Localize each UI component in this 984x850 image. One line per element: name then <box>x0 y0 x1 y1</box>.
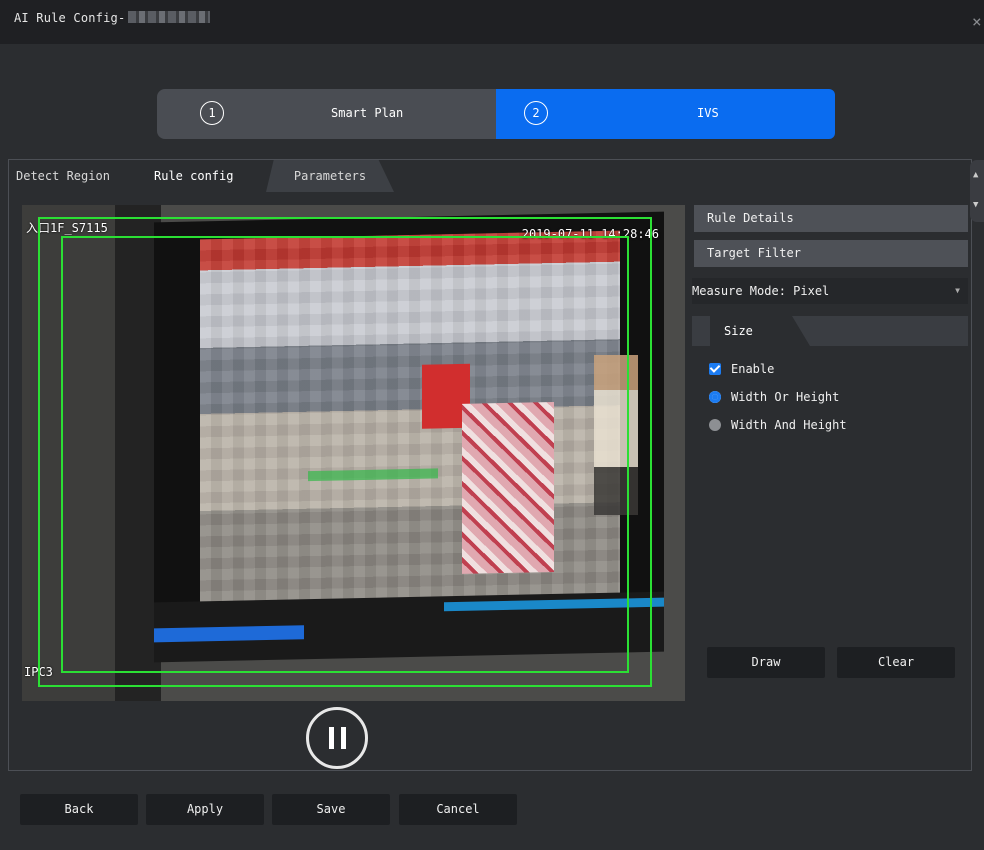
step-label: IVS <box>697 106 719 120</box>
wizard-steps: 1 Smart Plan 2 IVS <box>157 89 835 139</box>
window-title-text: AI Rule Config- <box>14 11 126 25</box>
pause-button[interactable] <box>306 707 368 769</box>
step-label: Smart Plan <box>331 106 404 120</box>
title-bar: AI Rule Config- × <box>0 0 984 44</box>
cancel-button[interactable]: Cancel <box>399 794 517 825</box>
draw-button[interactable]: Draw <box>707 647 825 678</box>
pause-icon <box>329 727 334 749</box>
clear-button[interactable]: Clear <box>837 647 955 678</box>
detection-region-inner[interactable] <box>61 236 629 673</box>
window-title: AI Rule Config- <box>14 11 211 25</box>
apply-button[interactable]: Apply <box>146 794 264 825</box>
radio-label: Width And Height <box>731 418 847 432</box>
step-number: 1 <box>200 101 224 125</box>
radio-width-or-height[interactable]: Width Or Height <box>709 388 839 406</box>
checkbox-checked-icon <box>709 363 721 375</box>
tab-parameters[interactable]: Parameters <box>266 160 394 192</box>
tab-rule-config[interactable]: Rule config <box>146 160 274 192</box>
tab-detect-region[interactable]: Detect Region <box>8 160 144 192</box>
back-button[interactable]: Back <box>20 794 138 825</box>
chevron-down-icon: ▼ <box>973 200 979 210</box>
save-button[interactable]: Save <box>272 794 390 825</box>
pause-icon <box>341 727 346 749</box>
radio-label: Width Or Height <box>731 390 840 404</box>
measure-mode-select[interactable]: Measure Mode: Pixel ▼ <box>692 278 968 304</box>
step-number: 2 <box>524 101 548 125</box>
chevron-up-icon: ▲ <box>973 170 979 180</box>
step-ivs[interactable]: 2 IVS <box>496 89 835 139</box>
measure-mode-value: Measure Mode: Pixel <box>692 284 830 298</box>
target-filter-header[interactable]: Target Filter <box>694 240 968 267</box>
redacted-device-name <box>128 11 211 23</box>
caret-down-icon: ▼ <box>955 286 960 295</box>
enable-checkbox[interactable]: Enable <box>709 360 774 378</box>
side-scroll-handle[interactable]: ▲ ▼ <box>970 160 984 222</box>
radio-selected-icon <box>709 391 721 403</box>
rule-details-header[interactable]: Rule Details <box>694 205 968 232</box>
radio-unselected-icon <box>709 419 721 431</box>
enable-label: Enable <box>731 362 775 376</box>
step-smart-plan[interactable]: 1 Smart Plan <box>157 89 496 139</box>
tab-size-label: Size <box>724 324 753 338</box>
close-icon[interactable]: × <box>972 14 984 30</box>
radio-width-and-height[interactable]: Width And Height <box>709 416 847 434</box>
